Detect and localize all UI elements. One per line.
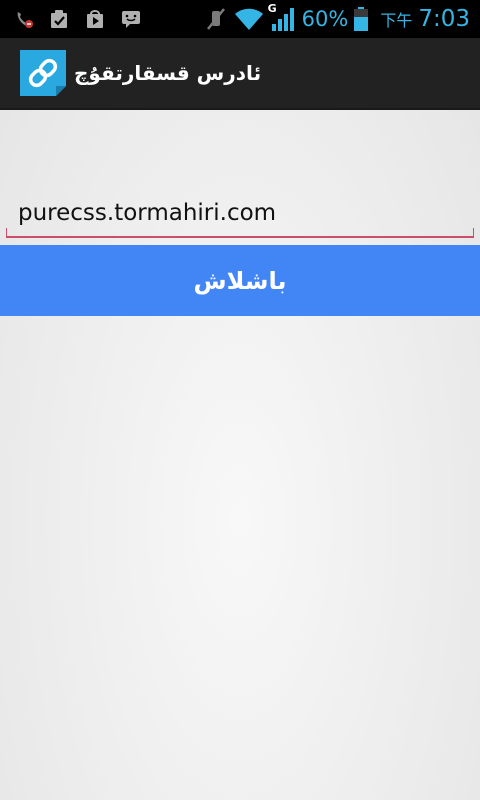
url-field[interactable] bbox=[6, 190, 474, 238]
status-bar: G 60% 下午 7:03 bbox=[0, 0, 480, 38]
action-bar: ئادرس قسقارتقۇچ bbox=[0, 38, 480, 110]
field-edge-right bbox=[473, 228, 474, 236]
url-input[interactable] bbox=[6, 190, 474, 236]
clock-time: 7:03 bbox=[418, 6, 470, 32]
mute-icon bbox=[204, 7, 228, 31]
field-edge-left bbox=[6, 228, 7, 236]
app-title: ئادرس قسقارتقۇچ bbox=[74, 61, 262, 85]
network-type-label: G bbox=[267, 2, 277, 15]
battery-icon bbox=[354, 7, 369, 31]
clock-ampm: 下午 bbox=[380, 11, 413, 30]
wifi-icon bbox=[234, 7, 264, 31]
notification-icons bbox=[0, 8, 142, 30]
start-button[interactable]: باشلاش bbox=[0, 245, 480, 316]
signal-icon: G bbox=[268, 2, 296, 32]
system-indicators: G 60% 下午 7:03 bbox=[204, 2, 480, 32]
task-check-icon bbox=[48, 8, 70, 30]
missed-call-icon bbox=[14, 9, 34, 29]
play-store-icon bbox=[84, 8, 106, 30]
app-icon[interactable] bbox=[20, 50, 66, 96]
battery-percent: 60% bbox=[301, 7, 349, 31]
link-icon bbox=[20, 50, 66, 96]
chat-message-icon bbox=[120, 8, 142, 30]
